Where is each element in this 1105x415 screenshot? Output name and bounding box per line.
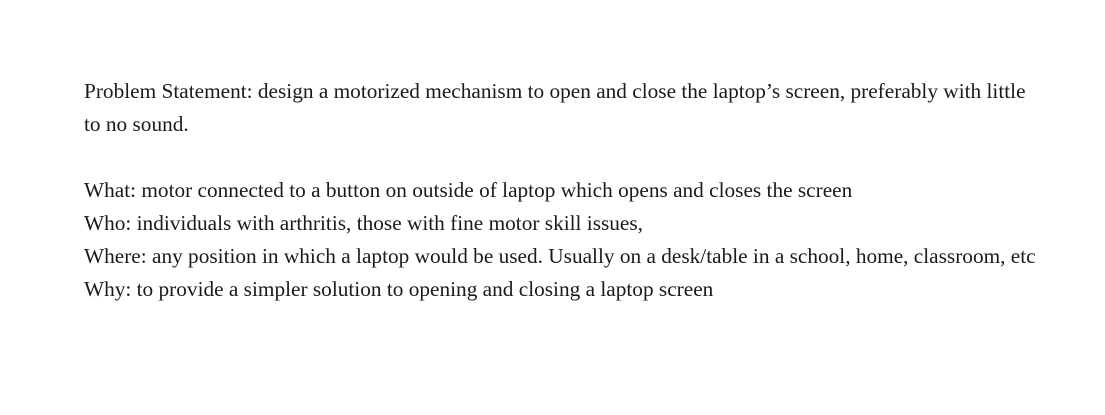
document-body: Problem Statement: design a motorized me…: [84, 75, 1044, 306]
what-line: What: motor connected to a button on out…: [84, 178, 853, 202]
where-line: Where: any position in which a laptop wo…: [84, 244, 1036, 268]
who-line: Who: individuals with arthritis, those w…: [84, 211, 644, 235]
document-page: Problem Statement: design a motorized me…: [0, 0, 1105, 415]
problem-statement-paragraph: Problem Statement: design a motorized me…: [84, 79, 1026, 136]
why-line: Why: to provide a simpler solution to op…: [84, 277, 714, 301]
